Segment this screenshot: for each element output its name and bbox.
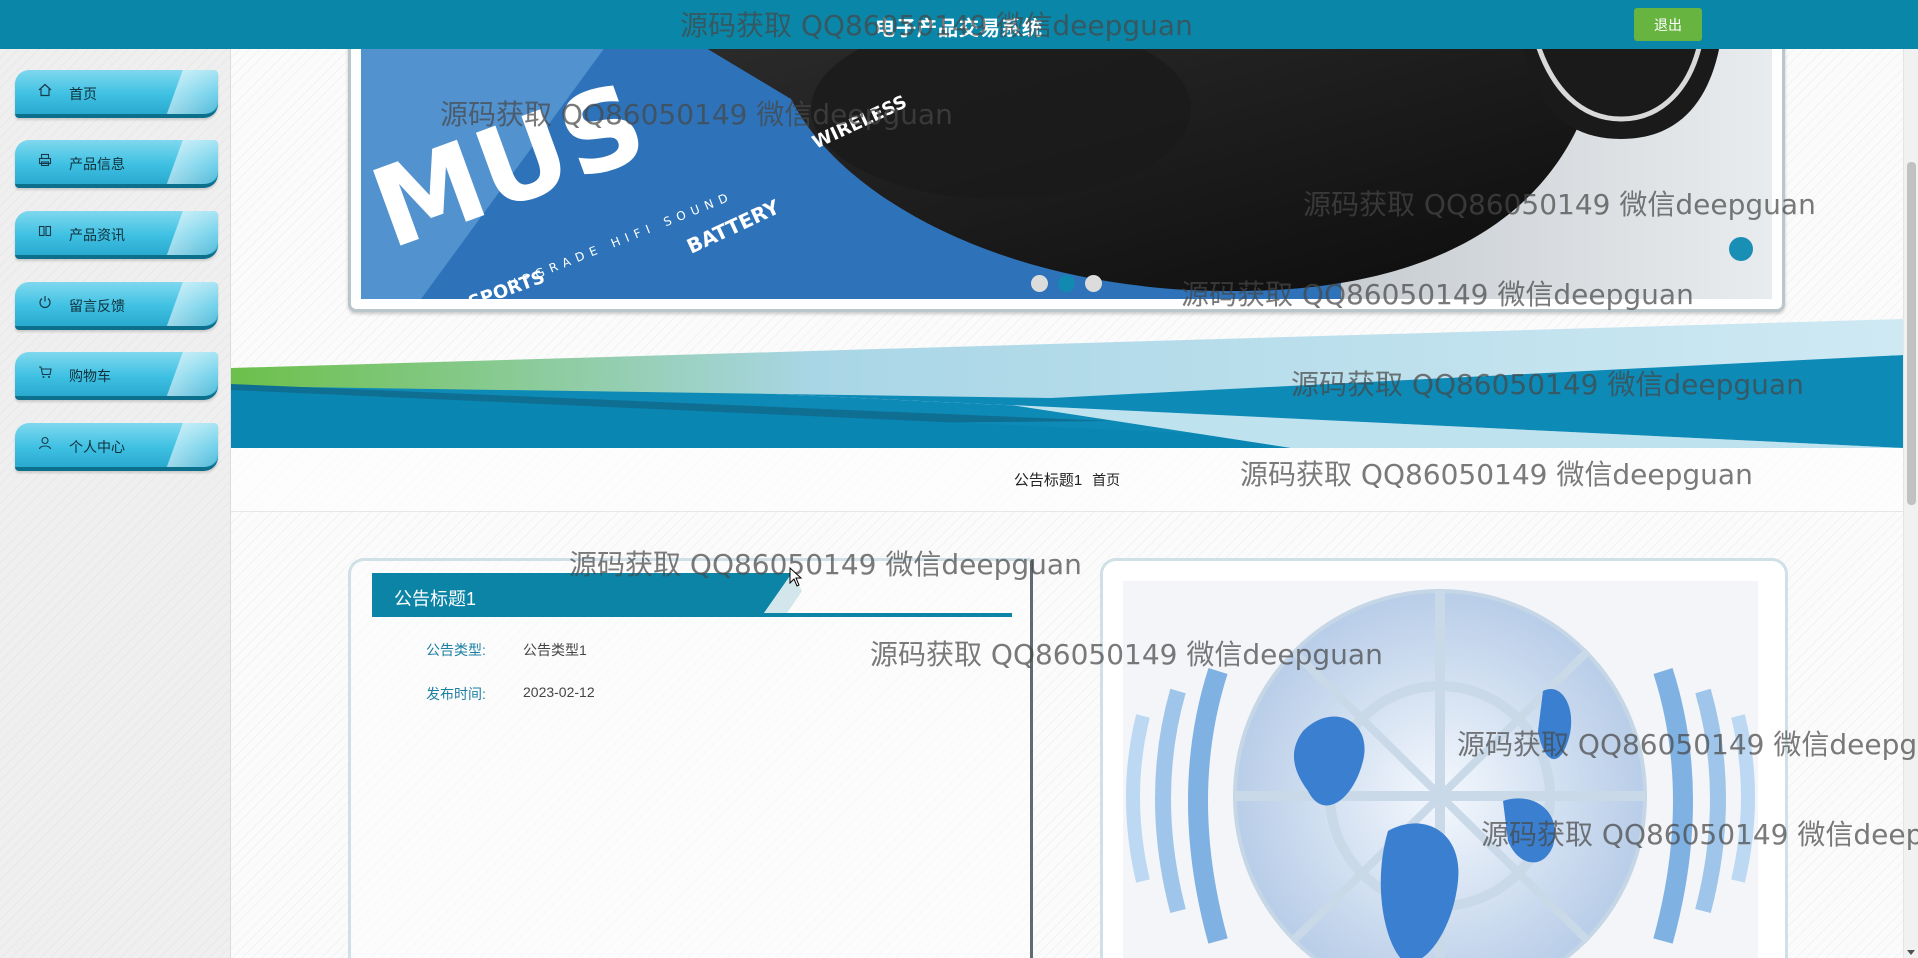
breadcrumb-home-link[interactable]: 首页	[1092, 472, 1120, 488]
home-icon	[37, 83, 53, 99]
headphone-product-photo: MUS WIRELESS BATTERY UPGRADE HIFI SOUND …	[361, 49, 1772, 299]
field-label-date: 发布时间:	[426, 686, 486, 702]
sidebar-item-home[interactable]: 首页	[15, 70, 218, 118]
scroll-down-arrow-icon[interactable]	[1907, 950, 1915, 955]
sidebar-item-cart[interactable]: 购物车	[15, 352, 218, 400]
sidebar-item-label: 首页	[69, 86, 97, 102]
page-scrollbar[interactable]	[1903, 49, 1918, 958]
logout-button[interactable]: 退出	[1634, 8, 1702, 41]
printer-icon	[37, 153, 53, 169]
carousel-dot-active[interactable]	[1058, 275, 1075, 292]
carousel-slide-image: MUS WIRELESS BATTERY UPGRADE HIFI SOUND …	[361, 49, 1772, 299]
sidebar-item-label: 个人中心	[69, 439, 125, 455]
sidebar-item-product-info[interactable]: 产品信息	[15, 140, 218, 188]
cart-icon	[37, 365, 53, 381]
field-label-type: 公告类型:	[426, 642, 486, 658]
sidebar-item-label: 留言反馈	[69, 298, 125, 314]
sidebar-item-label: 购物车	[69, 368, 111, 384]
sidebar-item-feedback[interactable]: 留言反馈	[15, 282, 218, 330]
top-bar: 电子产品交易系统 退出	[0, 0, 1918, 49]
field-value-date: 2023-02-12	[523, 684, 595, 700]
announcement-image-panel	[1100, 558, 1788, 958]
sidebar-item-label: 产品资讯	[69, 227, 125, 243]
power-icon	[37, 295, 53, 311]
main-content: MUS WIRELESS BATTERY UPGRADE HIFI SOUND …	[231, 49, 1903, 958]
carousel: MUS WIRELESS BATTERY UPGRADE HIFI SOUND …	[348, 49, 1785, 312]
field-value-type: 公告类型1	[523, 642, 587, 658]
book-icon	[37, 224, 53, 240]
scrollbar-thumb[interactable]	[1907, 162, 1916, 505]
sidebar-item-profile[interactable]: 个人中心	[15, 423, 218, 471]
carousel-pagination	[351, 275, 1782, 297]
sidebar: 首页 产品信息 产品资讯 留言反馈 购物车 个人中心	[0, 49, 231, 958]
carousel-dot[interactable]	[1030, 275, 1048, 292]
detail-header: 公告标题1	[372, 573, 1012, 619]
app-title: 电子产品交易系统	[875, 18, 1043, 40]
breadcrumb-current: 公告标题1	[1013, 472, 1083, 489]
globe-image	[1123, 581, 1758, 958]
carousel-dot[interactable]	[1085, 275, 1103, 292]
breadcrumb: 公告标题1 首页	[231, 448, 1903, 512]
user-icon	[37, 436, 53, 452]
decorative-banner	[231, 311, 1903, 448]
announcement-detail-panel: 公告标题1 公告类型: 公告类型1 发布时间: 2023-02-12	[348, 558, 1033, 958]
sidebar-item-label: 产品信息	[69, 156, 125, 172]
detail-title: 公告标题1	[394, 589, 477, 609]
sidebar-item-product-news[interactable]: 产品资讯	[15, 211, 218, 259]
